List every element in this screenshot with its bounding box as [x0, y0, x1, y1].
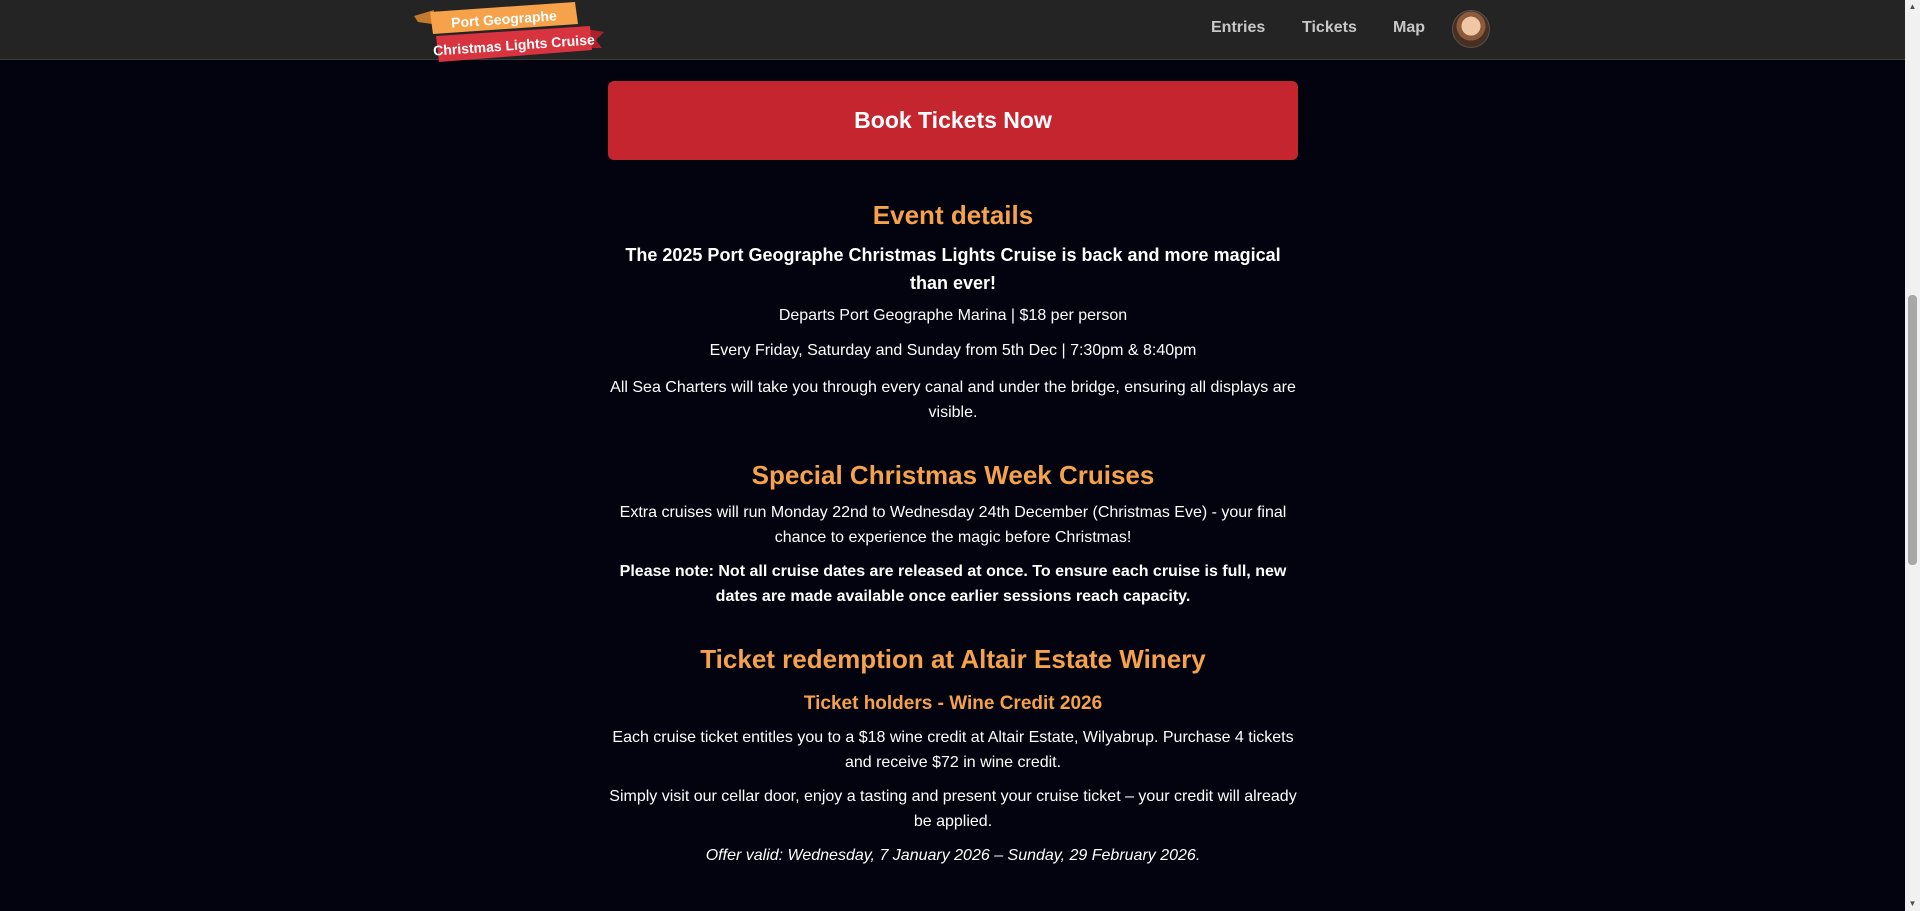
christmas-week-section: Special Christmas Week Cruises Extra cru…	[608, 459, 1298, 609]
event-details-section: Event details The 2025 Port Geographe Ch…	[608, 199, 1298, 425]
wine-credit-info: Each cruise ticket entitles you to a $18…	[612, 729, 1294, 771]
scroll-up-icon[interactable]: ▲	[1907, 2, 1918, 12]
christmas-week-info: Extra cruises will run Monday 22nd to We…	[619, 504, 1287, 546]
event-details-lead: The 2025 Port Geographe Christmas Lights…	[625, 245, 1281, 293]
ticket-redemption-heading: Ticket redemption at Altair Estate Winer…	[700, 644, 1206, 674]
cellar-door-info: Simply visit our cellar door, enjoy a ta…	[609, 788, 1297, 830]
nav-map[interactable]: Map	[1393, 19, 1425, 37]
nav-tickets[interactable]: Tickets	[1302, 19, 1357, 37]
offer-validity: Offer valid: Wednesday, 7 January 2026 –…	[705, 847, 1201, 864]
user-avatar[interactable]	[1452, 10, 1490, 48]
event-details-heading: Event details	[872, 200, 1034, 230]
logo-banner-icon: Port Geographe Christmas Lights Cruise	[414, 2, 604, 62]
christmas-week-heading: Special Christmas Week Cruises	[751, 460, 1155, 490]
site-logo[interactable]: Port Geographe Christmas Lights Cruise	[412, 0, 607, 66]
scroll-down-icon[interactable]: ▼	[1907, 899, 1918, 909]
event-route-info: All Sea Charters will take you through e…	[610, 379, 1296, 421]
event-departure-info: Departs Port Geographe Marina | $18 per …	[778, 307, 1128, 324]
event-schedule-info: Every Friday, Saturday and Sunday from 5…	[709, 342, 1197, 359]
wine-credit-subheading: Ticket holders - Wine Credit 2026	[803, 693, 1103, 714]
main-content: Book Tickets Now Event details The 2025 …	[608, 81, 1298, 868]
scrollbar-thumb[interactable]	[1908, 295, 1917, 565]
cruise-dates-note: Please note: Not all cruise dates are re…	[619, 563, 1287, 605]
top-navbar: Port Geographe Christmas Lights Cruise E…	[0, 0, 1905, 62]
book-tickets-button[interactable]: Book Tickets Now	[608, 81, 1298, 160]
nav-entries[interactable]: Entries	[1211, 19, 1265, 37]
ticket-redemption-section: Ticket redemption at Altair Estate Winer…	[608, 643, 1298, 868]
